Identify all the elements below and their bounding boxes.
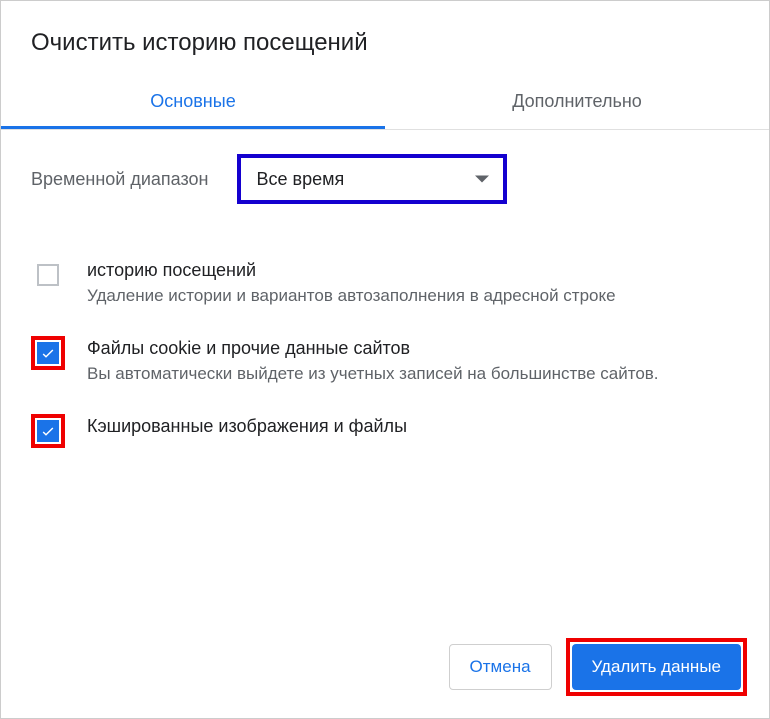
time-range-value: Все время xyxy=(257,169,345,190)
option-sub: Удаление истории и вариантов автозаполне… xyxy=(87,285,616,308)
options-list: историю посещений Удаление истории и вар… xyxy=(31,244,739,462)
time-range-label: Временной диапазон xyxy=(31,169,209,190)
tabs: Основные Дополнительно xyxy=(1,79,769,130)
time-range-row: Временной диапазон Все время xyxy=(31,154,739,204)
option-cache: Кэшированные изображения и файлы xyxy=(31,400,739,462)
option-sub: Вы автоматически выйдете из учетных запи… xyxy=(87,363,659,386)
option-text: Кэшированные изображения и файлы xyxy=(87,414,407,441)
cancel-button[interactable]: Отмена xyxy=(449,644,552,690)
checkbox-cache[interactable] xyxy=(37,420,59,442)
option-title: историю посещений xyxy=(87,260,616,281)
chevron-down-icon xyxy=(475,176,489,183)
checkbox-cookies[interactable] xyxy=(37,342,59,364)
confirm-button[interactable]: Удалить данные xyxy=(572,644,741,690)
dialog-title: Очистить историю посещений xyxy=(1,29,769,79)
clear-browsing-data-dialog: Очистить историю посещений Основные Допо… xyxy=(0,0,770,719)
time-range-select[interactable]: Все время xyxy=(237,154,507,204)
check-icon xyxy=(40,423,56,439)
option-text: Файлы cookie и прочие данные сайтов Вы а… xyxy=(87,336,659,386)
confirm-button-highlight: Удалить данные xyxy=(566,638,747,696)
dialog-body: Временной диапазон Все время историю пос… xyxy=(1,130,769,620)
option-title: Файлы cookie и прочие данные сайтов xyxy=(87,338,659,359)
option-cookies: Файлы cookie и прочие данные сайтов Вы а… xyxy=(31,322,739,400)
checkbox-frame xyxy=(31,258,65,292)
checkbox-browsing-history[interactable] xyxy=(37,264,59,286)
checkbox-frame xyxy=(31,414,65,448)
option-browsing-history: историю посещений Удаление истории и вар… xyxy=(31,244,739,322)
checkbox-frame xyxy=(31,336,65,370)
dialog-footer: Отмена Удалить данные xyxy=(1,620,769,718)
tab-basic[interactable]: Основные xyxy=(1,79,385,129)
tab-advanced[interactable]: Дополнительно xyxy=(385,79,769,129)
option-text: историю посещений Удаление истории и вар… xyxy=(87,258,616,308)
check-icon xyxy=(40,345,56,361)
option-title: Кэшированные изображения и файлы xyxy=(87,416,407,437)
